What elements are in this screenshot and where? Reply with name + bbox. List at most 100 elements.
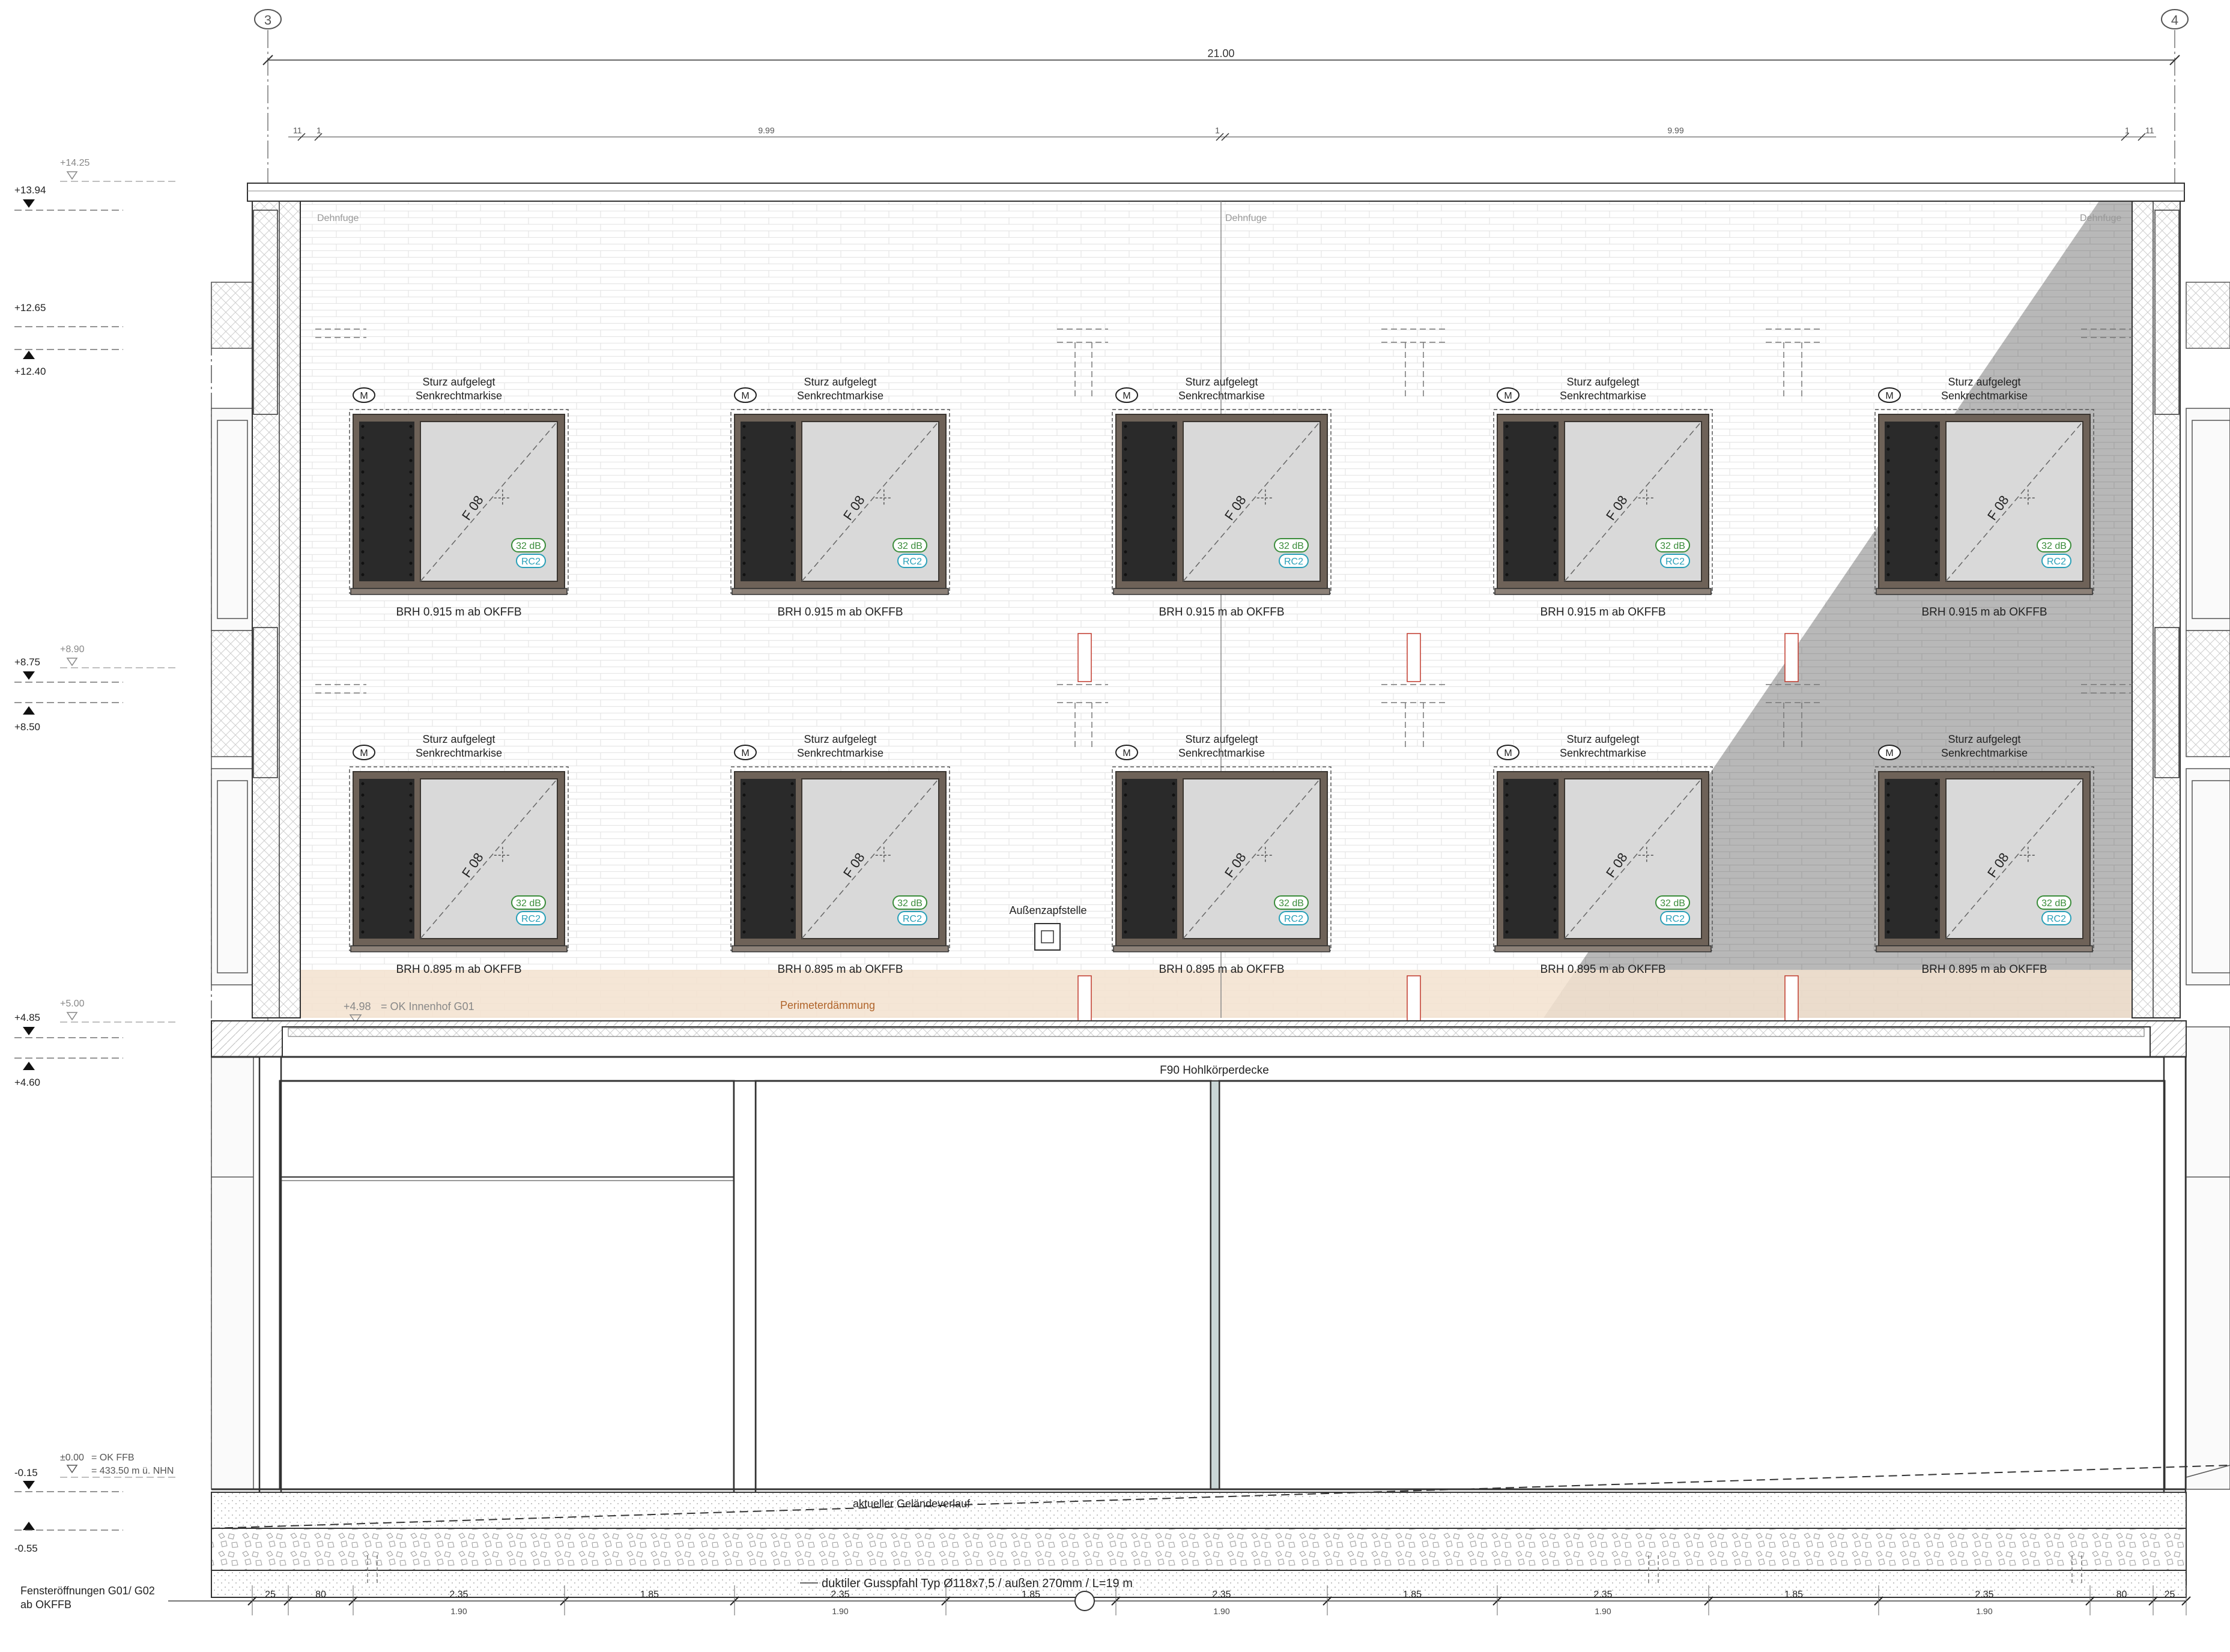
motor-label: M <box>741 748 749 758</box>
level-1425: +14.25 <box>60 158 89 168</box>
level-485: +4.85 <box>14 1012 40 1023</box>
window-dark-pane <box>359 779 414 939</box>
motor-label: M <box>360 391 368 401</box>
bottom-dim-sub: 1.90 <box>1213 1606 1229 1616</box>
level-000: ±0.00 <box>60 1453 84 1463</box>
security-tag-label: RC2 <box>1665 914 1685 924</box>
sill-height-label: BRH 0.895 m ab OKFFB <box>777 963 903 976</box>
bottom-dim-segment: 2.35 <box>831 1590 849 1600</box>
level-055: -0.55 <box>14 1543 38 1554</box>
blind-label: Senkrechtmarkise <box>1560 747 1646 759</box>
motor-label: M <box>1123 748 1130 758</box>
sill-height-label: BRH 0.915 m ab OKFFB <box>777 606 903 619</box>
window-sill <box>1876 945 2093 952</box>
window-dark-pane <box>1503 422 1559 581</box>
bottom-dim-title-2: ab OKFFB <box>20 1599 71 1611</box>
motor-label: M <box>1885 748 1893 758</box>
f90-wall-1-lower <box>1077 975 1092 1021</box>
security-tag-label: RC2 <box>1284 557 1303 567</box>
window-sill <box>1876 588 2093 595</box>
lower-structure <box>211 1056 2187 1496</box>
security-tag-label: RC2 <box>1284 914 1303 924</box>
dim-one-right: 1 <box>2125 126 2130 135</box>
sill-height-label: BRH 0.915 m ab OKFFB <box>1921 606 2047 619</box>
lintel-label: Sturz aufgelegt <box>1566 733 1639 745</box>
sound-tag-label: 32 dB <box>1279 541 1304 551</box>
bottom-dim-sub: 1.90 <box>450 1606 467 1616</box>
sound-tag-label: 32 dB <box>516 541 541 551</box>
security-tag-label: RC2 <box>1665 557 1685 567</box>
bottom-dim-segment: 2.35 <box>1593 1590 1612 1600</box>
bottom-dim-segment: 2.35 <box>449 1590 468 1600</box>
sound-tag-label: 32 dB <box>1279 898 1304 909</box>
lintel-label: Sturz aufgelegt <box>422 733 495 745</box>
blind-label: Senkrechtmarkise <box>1560 390 1646 402</box>
perimeter-insulation-label: Perimeterdämmung <box>780 999 875 1011</box>
window-sill <box>732 588 949 595</box>
lintel-label: Sturz aufgelegt <box>804 376 876 388</box>
level-015: -0.15 <box>14 1467 38 1478</box>
dim-span-left: 9.99 <box>758 126 774 135</box>
f90-wall-1-upper <box>1077 633 1092 682</box>
security-tag-label: RC2 <box>903 914 922 924</box>
bottom-dim-sub: 1.90 <box>1595 1606 1611 1616</box>
level-1394: +13.94 <box>14 184 46 196</box>
lintel-label: Sturz aufgelegt <box>1566 376 1639 388</box>
level-1240: +12.40 <box>14 366 46 377</box>
window-dark-pane <box>1885 422 1940 581</box>
f90-wall-3-upper <box>1784 633 1799 682</box>
innenhof-level: +4.98 = OK Innenhof G01 <box>344 1000 474 1024</box>
bottom-dim-segment: 80 <box>315 1590 326 1600</box>
dehnfuge-right: Dehnfuge <box>2080 213 2121 223</box>
level-850: +8.50 <box>14 721 40 733</box>
dim-edge-right: 11 <box>2145 126 2154 135</box>
bottom-dim-sub: 1.90 <box>832 1606 848 1616</box>
motor-label: M <box>360 748 368 758</box>
window-dark-pane <box>1885 779 1940 939</box>
sound-tag-label: 32 dB <box>1660 898 1685 909</box>
blind-label: Senkrechtmarkise <box>1178 390 1265 402</box>
blind-label: Senkrechtmarkise <box>1941 747 2028 759</box>
dim-span-right: 9.99 <box>1667 126 1683 135</box>
blind-label: Senkrechtmarkise <box>797 747 883 759</box>
sound-tag-label: 32 dB <box>1660 541 1685 551</box>
dim-mid: 1 <box>1215 126 1220 135</box>
bottom-dim-segment: 1.85 <box>1784 1590 1803 1600</box>
overall-dimension-value: 21.00 <box>1207 47 1234 59</box>
bottom-dim-segment: 1.85 <box>640 1590 659 1600</box>
level-890: +8.90 <box>60 644 85 655</box>
hollow-core-slab: F90 Hohlkörperdecke <box>211 1020 2187 1077</box>
blind-label: Senkrechtmarkise <box>416 747 502 759</box>
window-dark-pane <box>741 422 796 581</box>
dim-one-left: 1 <box>317 126 321 135</box>
window-sill <box>732 945 949 952</box>
window-dark-pane <box>1503 779 1559 939</box>
blind-label: Senkrechtmarkise <box>1178 747 1265 759</box>
level-500: +5.00 <box>60 999 85 1009</box>
f90-wall-2-upper <box>1407 633 1421 682</box>
ground: aktueller Geländeverlauf duktiler Gusspf… <box>211 1465 2230 1598</box>
sound-tag-label: 32 dB <box>2041 898 2067 909</box>
dehnfuge-center: Dehnfuge <box>1225 213 1267 223</box>
neighbour-building-left <box>211 282 254 1561</box>
security-tag-label: RC2 <box>521 914 541 924</box>
sill-height-label: BRH 0.895 m ab OKFFB <box>396 963 521 976</box>
pile-label: duktiler Gusspfahl Typ Ø118x7,5 / außen … <box>822 1577 1133 1590</box>
lintel-label: Sturz aufgelegt <box>1185 376 1258 388</box>
overall-dimension: 21.00 <box>262 47 2180 65</box>
elevation-drawing: 3 4 21.00 11 1 9.99 1 9.99 1 11 +14.25 +… <box>14 9 2230 1616</box>
dim-edge-left: 11 <box>293 126 302 135</box>
bottom-dim-segment: 80 <box>2116 1590 2127 1600</box>
f90-wall-3-lower <box>1784 975 1799 1021</box>
sill-height-label: BRH 0.915 m ab OKFFB <box>1540 606 1665 619</box>
sill-height-label: BRH 0.895 m ab OKFFB <box>1159 963 1284 976</box>
security-tag-label: RC2 <box>521 557 541 567</box>
sill-height-label: BRH 0.915 m ab OKFFB <box>396 606 521 619</box>
blind-label: Senkrechtmarkise <box>1941 390 2028 402</box>
bottom-dim-sub: 1.90 <box>1976 1606 1992 1616</box>
bottom-dim-title-1: Fensteröffnungen G01/ G02 <box>20 1585 155 1597</box>
motor-label: M <box>1504 391 1512 401</box>
window-sill <box>1113 945 1330 952</box>
hollow-core-slab-label: F90 Hohlkörperdecke <box>1160 1064 1269 1077</box>
bottom-dim-segment: 25 <box>2165 1590 2175 1600</box>
